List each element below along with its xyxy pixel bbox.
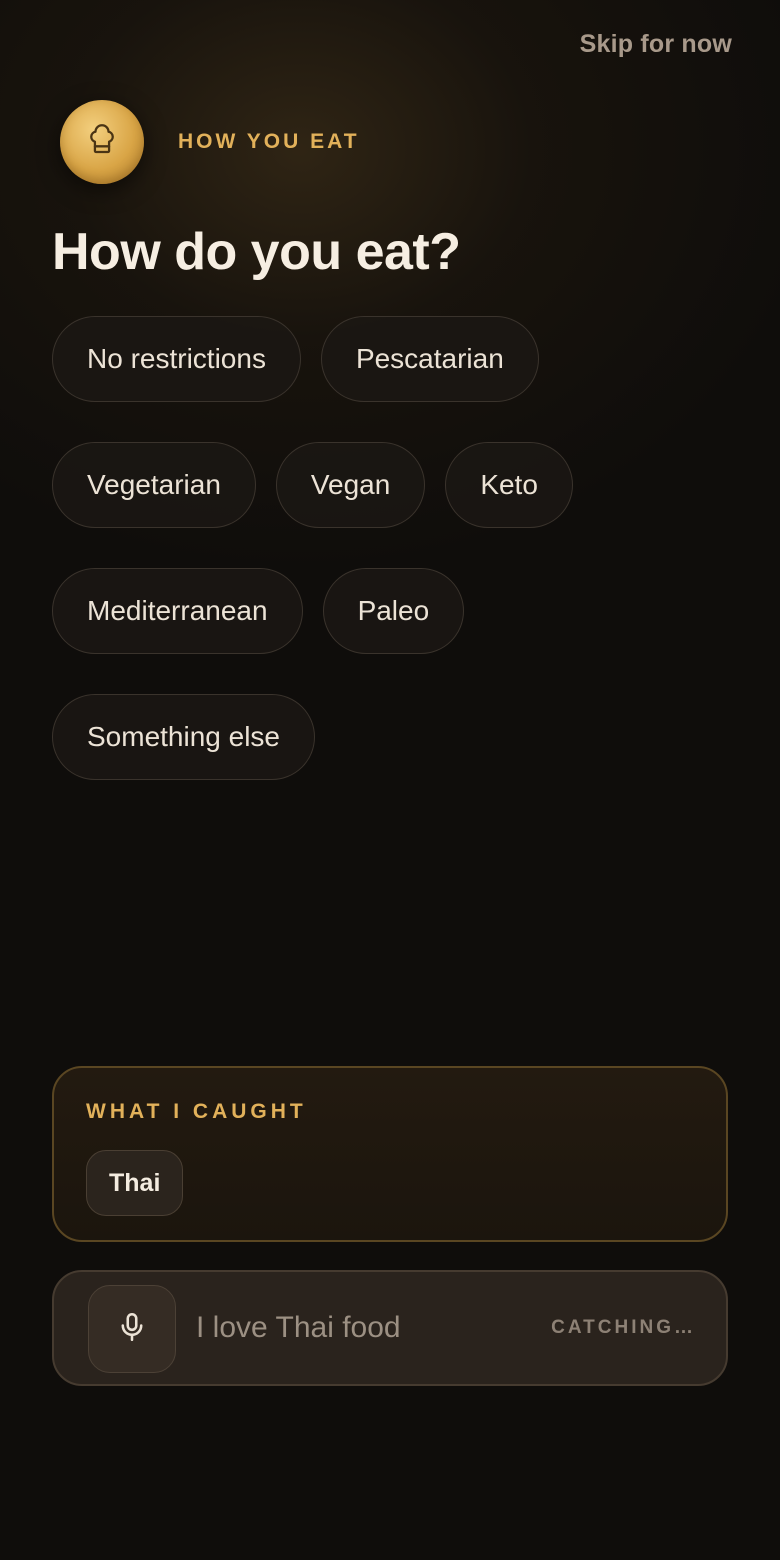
transcript-input[interactable]: I love Thai food bbox=[196, 1272, 401, 1384]
catching-status: CATCHING… bbox=[551, 1317, 696, 1338]
diet-options: No restrictions Pescatarian Vegetarian V… bbox=[52, 316, 732, 780]
section-eyebrow: HOW YOU EAT bbox=[178, 130, 360, 153]
skip-for-now-link[interactable]: Skip for now bbox=[580, 30, 732, 59]
option-vegan[interactable]: Vegan bbox=[275, 442, 426, 528]
option-mediterranean[interactable]: Mediterranean bbox=[52, 568, 303, 654]
assistant-avatar bbox=[60, 100, 144, 184]
what-i-caught-panel: WHAT I CAUGHT Thai bbox=[52, 1066, 728, 1242]
option-pescatarian[interactable]: Pescatarian bbox=[320, 316, 539, 402]
microphone-icon bbox=[115, 1310, 149, 1349]
option-vegetarian[interactable]: Vegetarian bbox=[52, 442, 256, 528]
microphone-button[interactable] bbox=[88, 1285, 176, 1373]
page-title: How do you eat? bbox=[52, 223, 461, 281]
caught-tag[interactable]: Thai bbox=[86, 1150, 184, 1216]
chef-hat-icon bbox=[85, 123, 119, 162]
option-no-restrictions[interactable]: No restrictions bbox=[52, 316, 301, 402]
option-paleo[interactable]: Paleo bbox=[322, 568, 465, 654]
section-header: HOW YOU EAT bbox=[60, 100, 360, 184]
voice-input-bar: I love Thai food CATCHING… bbox=[52, 1270, 728, 1386]
option-keto[interactable]: Keto bbox=[445, 442, 573, 528]
option-something-else[interactable]: Something else bbox=[52, 694, 316, 780]
caught-label: WHAT I CAUGHT bbox=[86, 1100, 307, 1123]
